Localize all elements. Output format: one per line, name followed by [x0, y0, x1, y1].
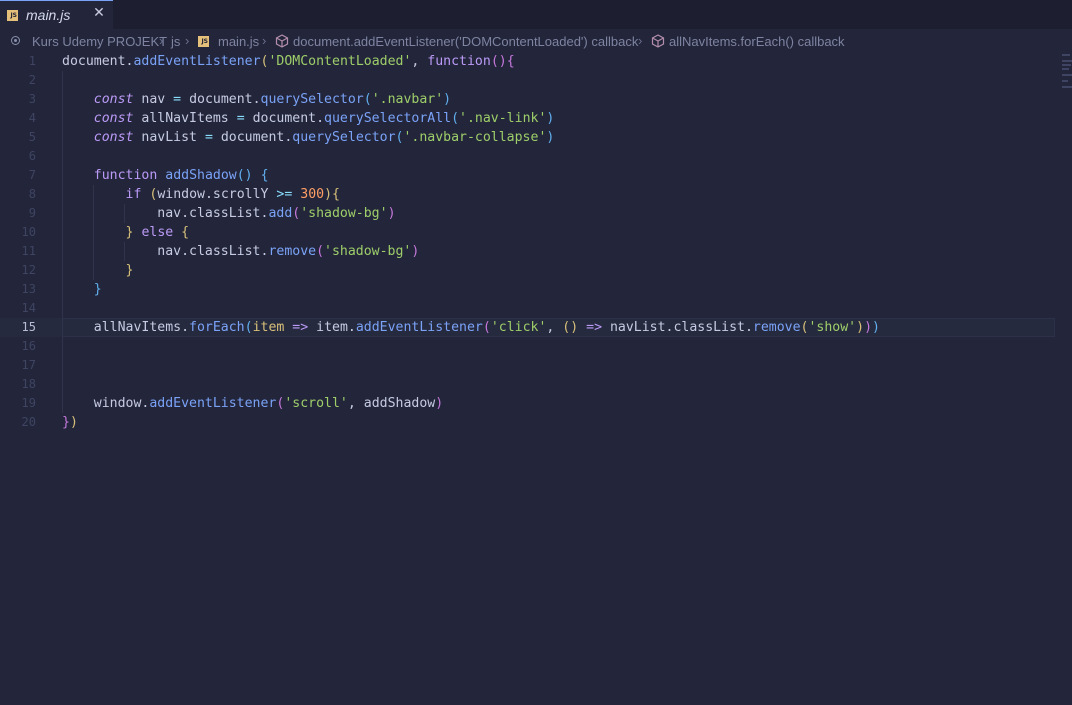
line-number: 9: [28, 206, 36, 220]
indent-guide: [92, 185, 94, 280]
line-number: 16: [21, 339, 36, 353]
indent-guide: [123, 204, 125, 223]
js-file-icon: JS: [198, 36, 209, 47]
code-line[interactable]: 13 }: [0, 280, 1055, 299]
tab-main-js[interactable]: JS main.js ✕: [0, 0, 113, 29]
code-line[interactable]: 9 nav.classList.add('shadow-bg'): [0, 204, 1055, 223]
code-text: allNavItems.forEach(item => item.addEven…: [62, 320, 880, 335]
line-number: 18: [21, 377, 36, 391]
breadcrumb-item-foreach[interactable]: allNavItems.forEach() callback: [669, 34, 845, 49]
code-text: nav.classList.add('shadow-bg'): [62, 206, 396, 221]
code-text: }: [125, 263, 134, 278]
line-number: 7: [28, 168, 36, 182]
line-number: 3: [28, 92, 36, 106]
code-line[interactable]: 17: [0, 356, 1055, 375]
code-text: }): [62, 415, 78, 430]
code-text: } else {: [125, 225, 190, 240]
line-number: 1: [28, 54, 36, 68]
line-number: 15: [21, 320, 36, 334]
code-line[interactable]: 10 } else {: [0, 223, 1055, 242]
chevron-right-icon: ›: [638, 33, 643, 48]
breadcrumb-item-callback[interactable]: document.addEventListener('DOMContentLoa…: [293, 34, 638, 49]
line-number: 8: [28, 187, 36, 201]
code-text: const nav = document.querySelector('.nav…: [93, 92, 452, 107]
chevron-right-icon: ›: [262, 33, 267, 48]
line-number: 11: [21, 244, 36, 258]
breadcrumb-item-project[interactable]: Kurs Udemy PROJEKT: [32, 34, 167, 49]
code-line[interactable]: 11 nav.classList.remove('shadow-bg'): [0, 242, 1055, 261]
code-text: const allNavItems = document.querySelect…: [93, 111, 555, 126]
code-line[interactable]: 3 const nav = document.querySelector('.n…: [0, 90, 1055, 109]
method-cube-icon: [275, 34, 289, 48]
minimap[interactable]: [1057, 52, 1072, 705]
code-line[interactable]: 15 allNavItems.forEach(item => item.addE…: [0, 318, 1055, 337]
breadcrumb: Kurs Udemy PROJEKT › js › JS main.js › d…: [0, 31, 1072, 51]
breadcrumb-item-folder[interactable]: js: [171, 34, 180, 49]
code-line[interactable]: 2: [0, 71, 1055, 90]
js-file-icon: JS: [7, 10, 18, 21]
code-line[interactable]: 18: [0, 375, 1055, 394]
code-line[interactable]: 14: [0, 299, 1055, 318]
code-line[interactable]: 7 function addShadow() {: [0, 166, 1055, 185]
tab-label: main.js: [26, 7, 71, 23]
indent-guide: [123, 242, 125, 261]
line-number: 10: [21, 225, 36, 239]
line-number: 5: [28, 130, 36, 144]
code-editor[interactable]: 1 document.addEventListener('DOMContentLo…: [0, 52, 1072, 705]
line-number: 20: [21, 415, 36, 429]
code-text: function addShadow() {: [93, 168, 269, 183]
code-line[interactable]: 1 document.addEventListener('DOMContentLo…: [0, 52, 1055, 71]
chevron-right-icon: ›: [185, 33, 190, 48]
code-text: const navList = document.querySelector('…: [93, 130, 555, 145]
code-line[interactable]: 12 }: [0, 261, 1055, 280]
line-number: 12: [21, 263, 36, 277]
code-text: if (window.scrollY >= 300){: [125, 187, 340, 202]
code-line[interactable]: 4 const allNavItems = document.querySele…: [0, 109, 1055, 128]
line-number: 4: [28, 111, 36, 125]
code-line[interactable]: 20}): [0, 413, 1055, 432]
line-number: 19: [21, 396, 36, 410]
project-root-icon: [11, 36, 20, 45]
method-cube-icon: [651, 34, 665, 48]
code-text: document.addEventListener('DOMContentLoa…: [62, 54, 515, 69]
code-text: nav.classList.remove('shadow-bg'): [62, 244, 420, 259]
line-number: 2: [28, 73, 36, 87]
code-text: }: [93, 282, 102, 297]
chevron-right-icon: ›: [159, 33, 164, 48]
tab-bar: JS main.js ✕: [0, 0, 1072, 29]
code-line[interactable]: 19 window.addEventListener('scroll', add…: [0, 394, 1055, 413]
line-number: 6: [28, 149, 36, 163]
line-number: 13: [21, 282, 36, 296]
code-line[interactable]: 5 const navList = document.querySelector…: [0, 128, 1055, 147]
code-line[interactable]: 6: [0, 147, 1055, 166]
indent-guide: [62, 71, 63, 413]
code-line[interactable]: 16: [0, 337, 1055, 356]
code-text: window.addEventListener('scroll', addSha…: [62, 396, 444, 411]
close-icon[interactable]: ✕: [92, 4, 106, 22]
line-number: 14: [21, 301, 36, 315]
breadcrumb-item-file[interactable]: main.js: [218, 34, 259, 49]
code-line[interactable]: 8 if (window.scrollY >= 300){: [0, 185, 1055, 204]
line-number: 17: [21, 358, 36, 372]
